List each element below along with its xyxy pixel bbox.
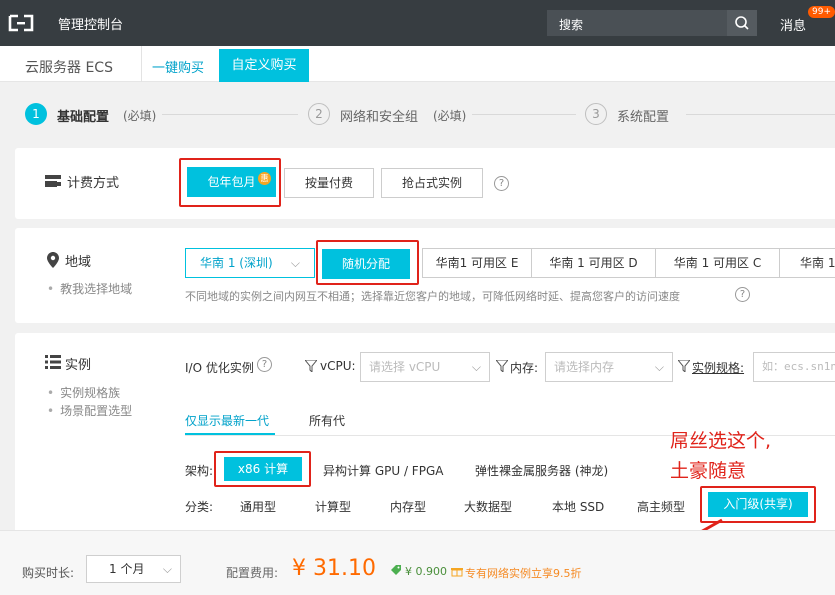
discount-tag-icon	[391, 565, 401, 575]
arch-baremetal-option[interactable]: 弹性裸金属服务器 (神龙)	[475, 462, 608, 479]
search-placeholder: 搜索	[559, 18, 584, 32]
category-entry-shared-button[interactable]: 入门级(共享)	[708, 492, 808, 517]
billing-icon	[45, 175, 61, 187]
bottom-order-bar: 购买时长: 1 个月 ⌵ 配置费用: ¥ 31.10 ¥ 0.900 专有网络实…	[0, 530, 835, 595]
tab-custom-buy[interactable]: 自定义购买	[219, 49, 309, 82]
step-1-note: (必填)	[123, 109, 157, 123]
category-high-freq[interactable]: 高主频型	[637, 498, 685, 515]
region-title: 地域	[65, 255, 92, 270]
top-navbar: 管理控制台 搜索 消息 99+	[0, 0, 835, 46]
promo-text[interactable]: 专有网络实例立享9.5折	[465, 565, 582, 581]
step-3-label[interactable]: 系统配置	[617, 106, 669, 125]
billing-payg-button[interactable]: 按量付费	[284, 168, 374, 198]
memory-placeholder: 请选择内存	[554, 360, 615, 374]
step-connector	[162, 114, 298, 115]
billing-title: 计费方式	[67, 176, 120, 191]
category-compute[interactable]: 计算型	[315, 498, 351, 515]
billing-spot-button[interactable]: 抢占式实例	[381, 168, 483, 198]
help-icon[interactable]: ?	[494, 176, 509, 191]
instance-title: 实例	[65, 358, 92, 373]
instance-family-link[interactable]: 实例规格族	[47, 384, 120, 401]
filter-icon	[305, 360, 317, 372]
region-select-value: 华南 1 (深圳)	[200, 256, 273, 270]
instance-spec-label[interactable]: 实例规格:	[692, 359, 744, 376]
step-connector	[686, 114, 835, 115]
vcpu-label: vCPU:	[320, 359, 356, 373]
annotation-text-line2: 土豪随意	[670, 460, 747, 482]
region-help-link[interactable]: 教我选择地域	[47, 280, 132, 297]
zone-button[interactable]: 华南1 可用区 E	[422, 248, 532, 278]
messages-badge: 99+	[808, 6, 835, 18]
discount-badge: 惠	[258, 172, 271, 185]
step-2-label[interactable]: 网络和安全组	[340, 106, 418, 125]
vcpu-select[interactable]: 请选择 vCPU ⌵	[360, 352, 490, 382]
step-3-circle[interactable]: 3	[585, 103, 607, 125]
messages-link[interactable]: 消息	[780, 15, 806, 34]
instance-spec-input[interactable]: 如：ecs.sn1ne	[753, 352, 835, 382]
tab-all-generations[interactable]: 所有代	[309, 412, 345, 429]
vcpu-placeholder: 请选择 vCPU	[369, 360, 441, 374]
category-general[interactable]: 通用型	[240, 498, 276, 515]
region-section: 地域 教我选择地域 华南 1 (深圳) ⌵ 随机分配 华南1 可用区 E 华南 …	[15, 228, 835, 323]
duration-select[interactable]: 1 个月 ⌵	[86, 555, 181, 583]
search-icon	[735, 16, 749, 30]
zone-button[interactable]: 华南 1 可用区 C	[655, 248, 780, 278]
divider	[141, 46, 142, 82]
instance-spec-placeholder: 如：ecs.sn1ne	[762, 360, 835, 373]
category-label: 分类:	[185, 500, 214, 514]
product-name: 云服务器 ECS	[25, 60, 113, 76]
help-icon[interactable]: ?	[257, 357, 272, 372]
discount-value: ¥ 0.900	[405, 565, 447, 578]
memory-label: 内存:	[510, 361, 539, 375]
region-hint: 不同地域的实例之间内网互不相通；选择靠近您客户的地域，可降低网络时延、提高您客户…	[185, 290, 680, 303]
duration-label: 购买时长:	[22, 566, 75, 580]
zone-button[interactable]: 华南 1	[779, 248, 835, 278]
io-optimized-label: I/O 优化实例	[185, 361, 254, 375]
arch-gpu-option[interactable]: 异构计算 GPU / FPGA	[323, 462, 443, 479]
step-1-circle[interactable]: 1	[25, 103, 47, 125]
search-input[interactable]: 搜索	[547, 10, 757, 36]
region-select[interactable]: 华南 1 (深圳) ⌵	[185, 248, 315, 278]
purchase-steps: 1 基础配置 (必填) 2 网络和安全组 (必填) 3 系统配置	[0, 92, 835, 136]
random-zone-button[interactable]: 随机分配	[322, 249, 410, 279]
console-title[interactable]: 管理控制台	[58, 14, 123, 33]
arch-label: 架构:	[185, 464, 214, 478]
filter-icon	[678, 360, 690, 372]
aliyun-logo-icon[interactable]	[8, 12, 34, 34]
zone-button[interactable]: 华南 1 可用区 D	[531, 248, 656, 278]
annotation-text-line1: 屌丝选这个,	[670, 430, 772, 452]
product-bar: 云服务器 ECS 一键购买 自定义购买	[0, 46, 835, 82]
fee-label: 配置费用:	[226, 566, 279, 580]
chevron-down-icon: ⌵	[162, 562, 172, 576]
location-pin-icon	[47, 252, 59, 268]
step-connector	[472, 114, 576, 115]
tab-latest-generation[interactable]: 仅显示最新一代	[185, 412, 269, 429]
arch-x86-button[interactable]: x86 计算	[224, 457, 302, 481]
scenario-config-link[interactable]: 场景配置选型	[47, 402, 132, 419]
price-value: ¥ 31.10	[292, 556, 376, 581]
chevron-down-icon: ⌵	[471, 360, 481, 374]
instance-list-icon	[45, 355, 61, 369]
step-2-note: (必填)	[433, 109, 467, 123]
category-local-ssd[interactable]: 本地 SSD	[552, 498, 604, 515]
category-memory[interactable]: 内存型	[390, 498, 426, 515]
help-icon[interactable]: ?	[735, 287, 750, 302]
search-button[interactable]	[727, 10, 757, 36]
billing-section: 计费方式 包年包月 惠 按量付费 抢占式实例 ?	[15, 148, 835, 219]
category-bigdata[interactable]: 大数据型	[464, 498, 512, 515]
tab-quick-buy[interactable]: 一键购买	[152, 57, 204, 76]
gift-icon	[451, 568, 463, 577]
duration-value: 1 个月	[109, 562, 145, 576]
step-2-circle[interactable]: 2	[308, 103, 330, 125]
chevron-down-icon: ⌵	[654, 360, 664, 374]
memory-select[interactable]: 请选择内存 ⌵	[545, 352, 673, 382]
step-1-label[interactable]: 基础配置	[57, 106, 109, 125]
filter-icon	[496, 360, 508, 372]
chevron-down-icon: ⌵	[290, 256, 300, 270]
